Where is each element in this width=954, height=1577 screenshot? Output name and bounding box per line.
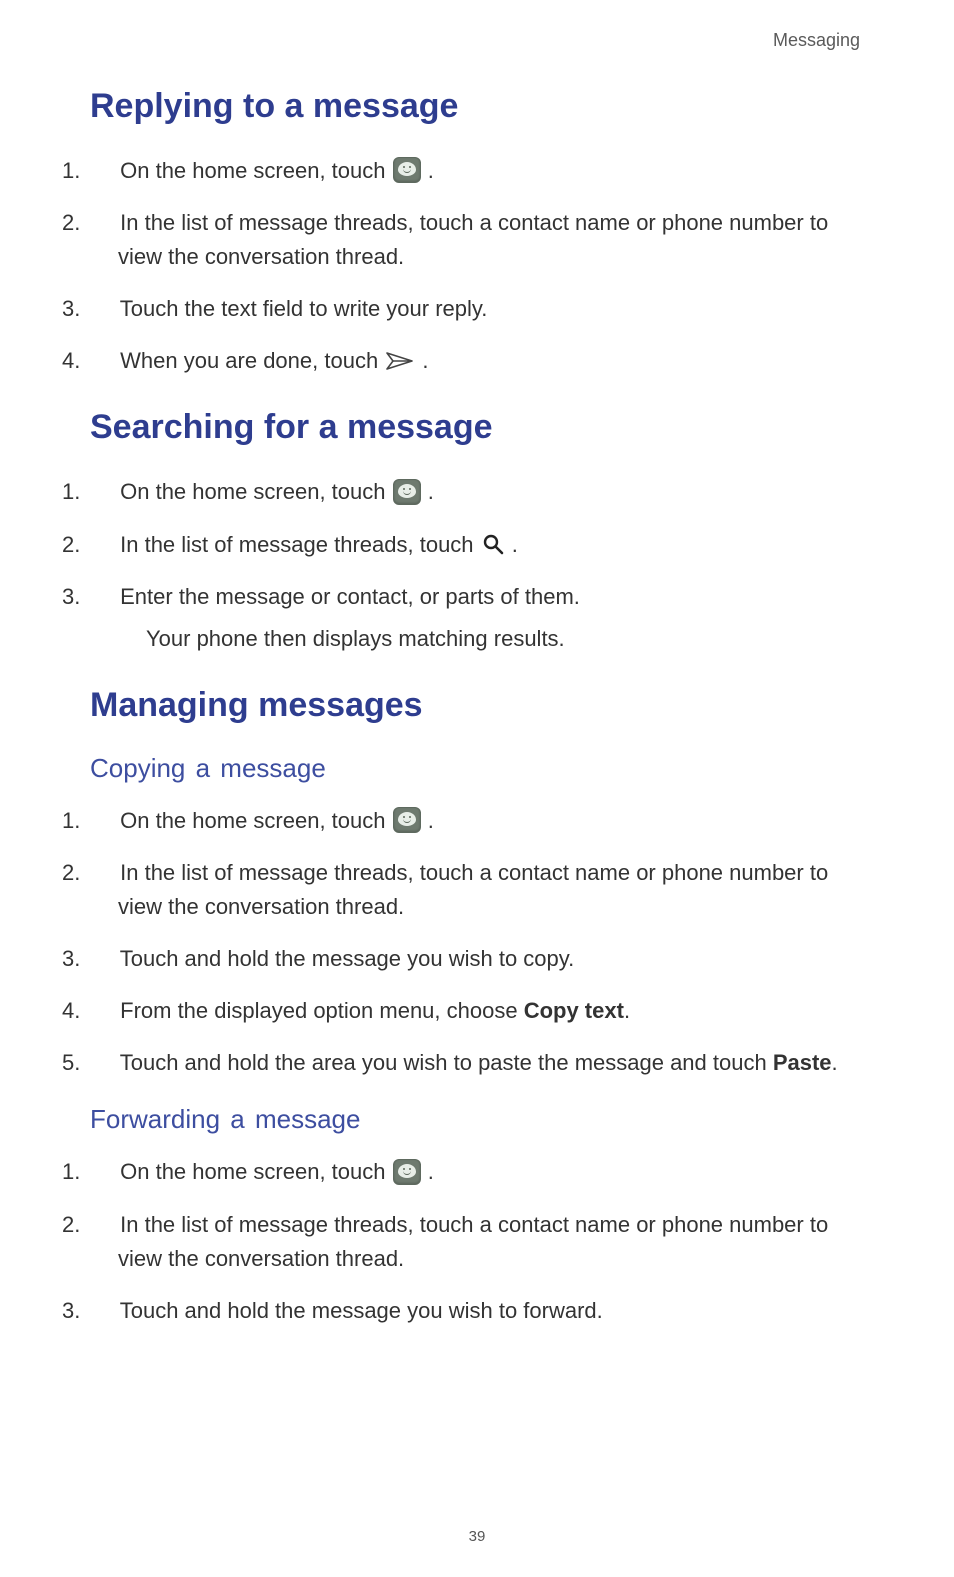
bold-text: Copy text	[524, 998, 624, 1023]
step-continuation: Your phone then displays matching result…	[118, 622, 864, 656]
step-number: 2.	[90, 528, 114, 562]
step-text-post: .	[512, 532, 518, 557]
step-text: .	[624, 998, 630, 1023]
step: 4. From the displayed option menu, choos…	[90, 994, 864, 1028]
step: 3. Touch and hold the message you wish t…	[90, 1294, 864, 1328]
step-number: 3.	[90, 580, 114, 614]
step: 2. In the list of message threads, touch…	[90, 528, 864, 562]
step: 1. On the home screen, touch .	[90, 804, 864, 838]
heading-replying: Replying to a message	[90, 87, 864, 126]
step-number: 1.	[90, 154, 114, 188]
step-number: 3.	[90, 292, 114, 326]
step-number: 3.	[90, 942, 114, 976]
step-text-post: .	[428, 158, 434, 183]
subheading-copying: Copying a message	[90, 753, 864, 784]
page-number: 39	[0, 1528, 954, 1545]
step-text-post: .	[428, 808, 434, 833]
step-number: 1.	[90, 804, 114, 838]
step-text: Touch and hold the message you wish to f…	[120, 1298, 603, 1323]
step-number: 4.	[90, 994, 114, 1028]
step: 2. In the list of message threads, touch…	[90, 206, 864, 274]
step-text-post: .	[428, 479, 434, 504]
step-text: In the list of message threads, touch a …	[118, 210, 828, 269]
step-number: 1.	[90, 1155, 114, 1189]
step: 1. On the home screen, touch .	[90, 154, 864, 188]
bold-text: Paste	[773, 1050, 832, 1075]
step-text: When you are done, touch	[120, 348, 384, 373]
step-text-post: .	[422, 348, 428, 373]
steps-copying: 1. On the home screen, touch . 2. In the…	[90, 804, 864, 1081]
step-number: 4.	[90, 344, 114, 378]
messaging-app-icon	[394, 158, 420, 182]
step-text: In the list of message threads, touch a …	[118, 860, 828, 919]
document-page: Messaging Replying to a message 1. On th…	[0, 0, 954, 1577]
step-text: Touch and hold the area you wish to past…	[120, 1050, 773, 1075]
steps-searching: 1. On the home screen, touch . 2. In the…	[90, 475, 864, 655]
heading-managing: Managing messages	[90, 686, 864, 725]
step-text: On the home screen, touch	[120, 1159, 392, 1184]
step: 1. On the home screen, touch .	[90, 1155, 864, 1189]
step-number: 1.	[90, 475, 114, 509]
steps-forwarding: 1. On the home screen, touch . 2. In the…	[90, 1155, 864, 1327]
messaging-app-icon	[394, 480, 420, 504]
step: 3. Enter the message or contact, or part…	[90, 580, 864, 656]
step-text-post: .	[428, 1159, 434, 1184]
step-number: 5.	[90, 1046, 114, 1080]
step-number: 3.	[90, 1294, 114, 1328]
step-text: Enter the message or contact, or parts o…	[120, 584, 580, 609]
step: 2. In the list of message threads, touch…	[90, 1208, 864, 1276]
step: 3. Touch the text field to write your re…	[90, 292, 864, 326]
step: 4. When you are done, touch .	[90, 344, 864, 378]
step-text: .	[832, 1050, 838, 1075]
steps-replying: 1. On the home screen, touch . 2. In the…	[90, 154, 864, 378]
send-icon	[386, 351, 414, 371]
step-number: 2.	[90, 856, 114, 890]
step-text: From the displayed option menu, choose	[120, 998, 524, 1023]
step-text: On the home screen, touch	[120, 479, 392, 504]
step-number: 2.	[90, 1208, 114, 1242]
step: 3. Touch and hold the message you wish t…	[90, 942, 864, 976]
heading-searching: Searching for a message	[90, 408, 864, 447]
step: 2. In the list of message threads, touch…	[90, 856, 864, 924]
subheading-forwarding: Forwarding a message	[90, 1104, 864, 1135]
step-text: On the home screen, touch	[120, 808, 392, 833]
step-text: Touch the text field to write your reply…	[120, 296, 488, 321]
step-text: In the list of message threads, touch	[120, 532, 480, 557]
messaging-app-icon	[394, 808, 420, 832]
search-icon	[482, 533, 504, 555]
running-header: Messaging	[90, 30, 860, 51]
step: 1. On the home screen, touch .	[90, 475, 864, 509]
step-text: On the home screen, touch	[120, 158, 392, 183]
step: 5. Touch and hold the area you wish to p…	[90, 1046, 864, 1080]
step-number: 2.	[90, 206, 114, 240]
step-text: Touch and hold the message you wish to c…	[120, 946, 575, 971]
step-text: In the list of message threads, touch a …	[118, 1212, 828, 1271]
messaging-app-icon	[394, 1160, 420, 1184]
